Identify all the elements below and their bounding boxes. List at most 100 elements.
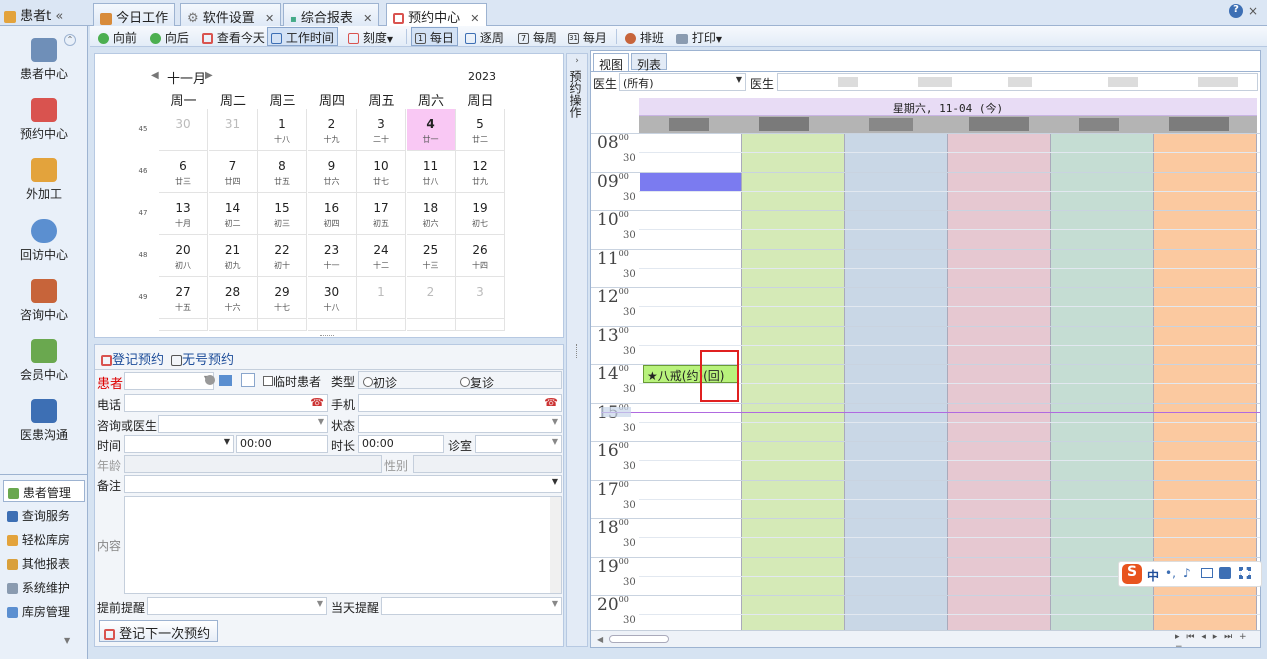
help-icon[interactable]: ? [1229, 4, 1243, 18]
skin-icon[interactable] [1219, 567, 1231, 579]
ime-toolbar[interactable]: S 中 •, ♪ [1118, 561, 1262, 587]
doctor-select[interactable]: ▼ [158, 415, 328, 433]
calendar-day[interactable]: 20 初八 [159, 235, 208, 277]
sidebar-item-doctor-patient[interactable]: 医患沟通 [0, 399, 88, 443]
calendar-day[interactable]: 11 廿八 [406, 151, 456, 193]
scroll-left-icon[interactable]: ◀ [597, 635, 603, 644]
today-button[interactable]: 查看今天 [198, 27, 269, 46]
busy-block[interactable] [640, 172, 741, 191]
print-dropdown[interactable]: 打印▼ [672, 27, 726, 46]
sidebar-item-appointment-center[interactable]: 预约中心 [0, 98, 88, 142]
calendar-day[interactable]: 14 初二 [208, 193, 258, 235]
add-patient-icon[interactable] [219, 375, 232, 386]
resize-grip[interactable] [320, 335, 334, 337]
doctor-column[interactable] [1051, 133, 1154, 630]
advance-remind-select[interactable]: ▼ [147, 597, 327, 615]
toolbox-icon[interactable] [1239, 567, 1251, 579]
calendar-day[interactable]: 8 廿五 [258, 151, 307, 193]
calendar-day[interactable]: 22 初十 [258, 235, 307, 277]
weekly-button[interactable]: 7 每周 [514, 27, 561, 46]
scale-dropdown[interactable]: 刻度▼ [344, 27, 397, 46]
calendar-day[interactable]: 31 [208, 109, 258, 151]
tab-today-work[interactable]: 今日工作 [93, 3, 176, 26]
gender-select[interactable] [413, 455, 562, 473]
mic-icon[interactable]: ♪ [1183, 566, 1191, 580]
ime-mode[interactable]: 中 [1147, 567, 1159, 584]
close-icon[interactable]: ✕ [265, 12, 274, 25]
duration-input[interactable]: 00:00 [358, 435, 444, 453]
horizontal-scrollbar[interactable]: ◀ ▸ ⏮ ◂ ▸ ⏭ + − [591, 630, 1260, 652]
calendar-day[interactable] [357, 319, 406, 331]
calendar-day[interactable]: 30 十八 [307, 277, 357, 319]
doctor-column[interactable] [948, 133, 1051, 630]
calendar-day[interactable]: 9 廿六 [307, 151, 357, 193]
calendar-day[interactable]: 18 初六 [406, 193, 456, 235]
calendar-day[interactable] [307, 319, 357, 331]
next-month-icon[interactable]: ▶ [205, 70, 213, 81]
tab-list[interactable]: 列表 [631, 53, 667, 72]
doctor-column[interactable] [845, 133, 948, 630]
age-input[interactable] [124, 455, 382, 473]
sidebar-item-outsourcing[interactable]: 外加工 [0, 158, 88, 202]
tab-appointment-center[interactable]: 预约中心 ✕ [386, 3, 487, 27]
patient-input[interactable]: ▼ [124, 372, 214, 390]
doctor-column[interactable] [742, 133, 845, 630]
worktime-button[interactable]: 工作时间 [267, 27, 338, 46]
calendar-day[interactable]: 7 廿四 [208, 151, 258, 193]
calendar-day[interactable]: 26 十四 [456, 235, 505, 277]
sidebar-list-warehouse[interactable]: 轻松库房 [3, 528, 85, 550]
app-title[interactable]: 患者t « [4, 5, 90, 24]
sidebar-list-query[interactable]: 查询服务 [3, 504, 85, 526]
date-select[interactable]: ▼ [124, 435, 234, 453]
close-icon[interactable]: ✕ [363, 12, 372, 25]
weekly-each-button[interactable]: 逐周 [461, 27, 508, 46]
calendar-day[interactable]: 10 廿七 [357, 151, 406, 193]
scrollbar[interactable] [550, 497, 561, 593]
appointment-ops-strip[interactable]: › 预约操作 [566, 53, 588, 647]
calendar-day[interactable]: 4 廿一 [406, 109, 456, 151]
calendar-day[interactable]: 12 廿九 [456, 151, 505, 193]
calendar-day[interactable]: 30 [159, 109, 208, 151]
chevron-down-icon[interactable]: ▼ [64, 636, 70, 645]
tab-reports[interactable]: ▪ 综合报表 ✕ [283, 3, 380, 26]
doctor-column[interactable] [1154, 133, 1257, 630]
calendar-day[interactable]: 2 十九 [307, 109, 357, 151]
mobile-input[interactable]: ☎ [358, 394, 562, 412]
chevron-right-icon[interactable]: › [567, 56, 587, 66]
tab-register[interactable]: 登记预约 [101, 349, 164, 368]
resize-grip[interactable] [576, 344, 578, 358]
sidebar-list-reports[interactable]: 其他报表 [3, 552, 85, 574]
sidebar-list-stock[interactable]: 库房管理 [3, 600, 85, 622]
sidebar-item-consult-center[interactable]: 咨询中心 [0, 279, 88, 323]
calendar-day[interactable]: 16 初四 [307, 193, 357, 235]
pager-icons[interactable]: ▸ ⏮ ◂ ▸ ⏭ + − [1175, 632, 1260, 652]
sidebar-item-followup-center[interactable]: 回访中心 [0, 219, 88, 263]
calendar-day[interactable]: 21 初九 [208, 235, 258, 277]
calendar-day[interactable] [406, 319, 456, 331]
clear-icon[interactable] [205, 375, 215, 385]
note-select[interactable]: ▼ [124, 475, 562, 493]
next-appointment-button[interactable]: 登记下一次预约 [99, 620, 218, 642]
sidebar-item-member-center[interactable]: 会员中心 [0, 339, 88, 383]
daily-button[interactable]: 1 每日 [411, 27, 458, 46]
list-icon[interactable] [241, 373, 255, 387]
sidebar-list-patient-mgmt[interactable]: 患者管理 [3, 480, 85, 502]
temp-patient-checkbox[interactable]: 临时患者 [263, 373, 321, 390]
calendar-day[interactable]: 5 廿二 [456, 109, 505, 151]
punctuation-icon[interactable]: •, [1165, 566, 1176, 580]
tab-view[interactable]: 视图 [593, 53, 629, 72]
calendar-day[interactable]: 19 初七 [456, 193, 505, 235]
schedule-grid[interactable]: 0800 30 0900 30 1000 30 1100 30 1200 30 1300 30 1400… [591, 133, 1260, 630]
doctor-multiselect[interactable] [777, 73, 1258, 91]
phone-icon[interactable]: ☎ [544, 396, 558, 409]
calendar-day[interactable]: 15 初三 [258, 193, 307, 235]
calendar-day[interactable]: 1 十八 [258, 109, 307, 151]
content-textarea[interactable] [124, 496, 562, 594]
calendar-day[interactable]: 6 廿三 [159, 151, 208, 193]
doctor-filter-select[interactable]: (所有) ▼ [619, 73, 746, 91]
shift-button[interactable]: 排班 [621, 27, 668, 46]
status-select[interactable]: ▼ [358, 415, 562, 433]
scroll-thumb[interactable] [609, 635, 669, 643]
calendar-day[interactable] [258, 319, 307, 331]
room-select[interactable]: ▼ [475, 435, 562, 453]
